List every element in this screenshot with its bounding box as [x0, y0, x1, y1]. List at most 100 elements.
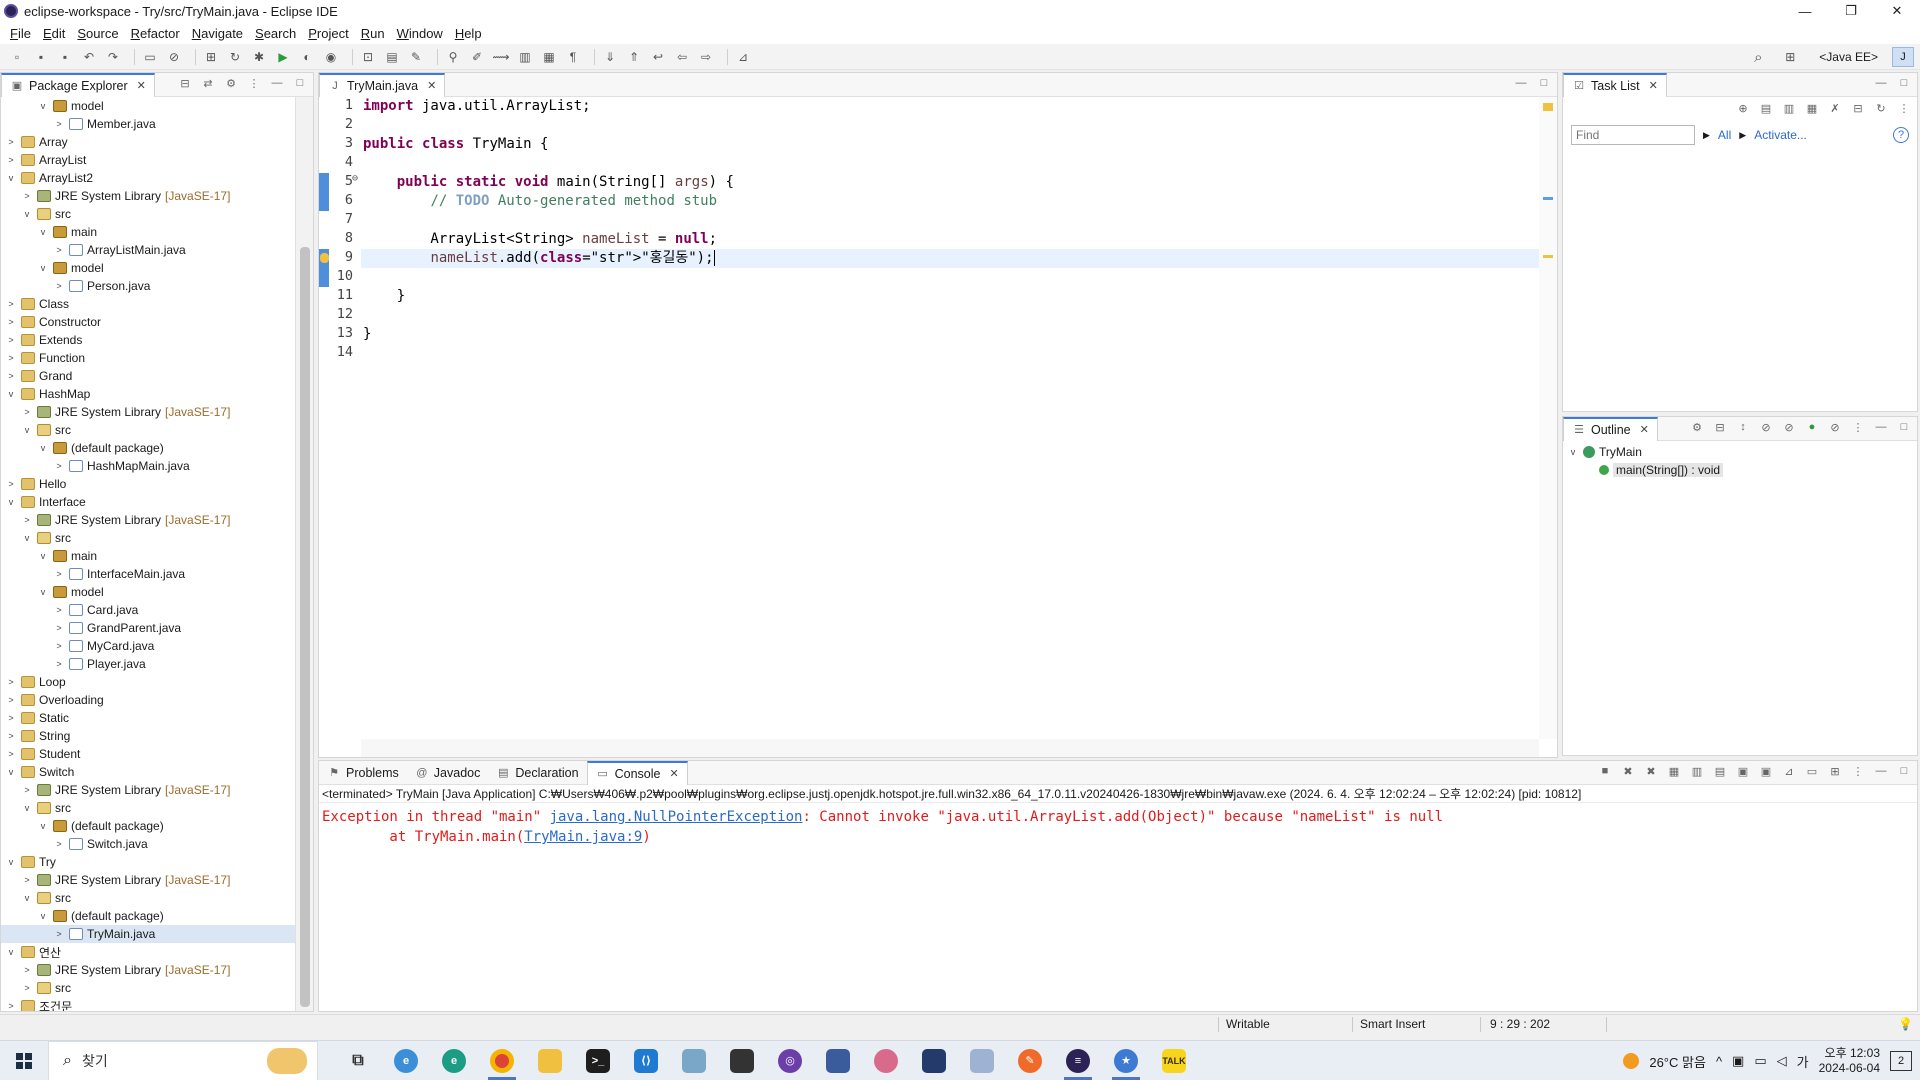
scroll-lock-icon[interactable]: ▥	[1690, 764, 1704, 778]
taskbar-vscode[interactable]: ⟨⟩	[622, 1041, 670, 1080]
debug-icon[interactable]: ✱	[250, 48, 268, 66]
menu-window[interactable]: Window	[391, 26, 449, 41]
chevron-right-icon[interactable]: >	[21, 191, 33, 201]
tree-item[interactable]: > Array	[1, 133, 295, 151]
code-line[interactable]	[361, 268, 1539, 287]
chevron-right-icon[interactable]: >	[53, 929, 65, 939]
show-whitespace-icon[interactable]: ¶	[564, 48, 582, 66]
chevron-down-icon[interactable]: v	[37, 821, 49, 831]
tree-item[interactable]: > InterfaceMain.java	[1, 565, 295, 583]
code-line[interactable]	[361, 116, 1539, 135]
tree-item[interactable]: > ArrayList	[1, 151, 295, 169]
code-line[interactable]	[361, 306, 1539, 325]
volume-icon[interactable]: ◁	[1777, 1053, 1787, 1069]
code-line[interactable]: // TODO Auto-generated method stub	[361, 192, 1539, 211]
activate-link[interactable]: Activate...	[1754, 128, 1807, 142]
sort-icon[interactable]: ↕	[1736, 420, 1750, 434]
view-menu-icon[interactable]: ⋮	[247, 76, 261, 90]
minimize-view-icon[interactable]: —	[1874, 420, 1888, 434]
chevron-right-icon[interactable]: >	[5, 317, 17, 327]
tree-item[interactable]: > JRE System Library [JavaSE-17]	[1, 511, 295, 529]
java-perspective-icon[interactable]: J	[1892, 47, 1914, 67]
chevron-right-icon[interactable]: >	[5, 731, 17, 741]
chevron-right-icon[interactable]: >	[5, 695, 17, 705]
tree-item[interactable]: > JRE System Library [JavaSE-17]	[1, 187, 295, 205]
taskbar-search-box[interactable]: ⌕ 찾기	[48, 1040, 318, 1080]
tree-item[interactable]: > JRE System Library [JavaSE-17]	[1, 871, 295, 889]
tab-package-explorer[interactable]: ▣ Package Explorer ✕	[1, 72, 155, 97]
chevron-down-icon[interactable]: v	[37, 101, 49, 111]
view-menu-icon[interactable]: ⋮	[1851, 764, 1865, 778]
sync-icon[interactable]: ↻	[1874, 101, 1888, 115]
code-line[interactable]	[361, 344, 1539, 363]
task-find-input[interactable]	[1571, 125, 1695, 145]
previous-annotation-icon[interactable]: ⇑	[625, 48, 643, 66]
tab-declaration[interactable]: ▤ Declaration	[488, 762, 586, 784]
tree-item[interactable]: v ArrayList2	[1, 169, 295, 187]
chevron-down-icon[interactable]: v	[37, 911, 49, 921]
code-line[interactable]: ArrayList<String> nameList = null;	[361, 230, 1539, 249]
tree-item[interactable]: > Card.java	[1, 601, 295, 619]
status-cursor-position[interactable]: 9 : 29 : 202	[1490, 1017, 1550, 1031]
remove-launch-icon[interactable]: ✖	[1621, 764, 1635, 778]
search-icon[interactable]: ⌕	[1749, 48, 1767, 66]
minimize-view-icon[interactable]: —	[270, 76, 284, 90]
minimize-view-icon[interactable]: —	[1514, 76, 1528, 90]
tree-item[interactable]: > Switch.java	[1, 835, 295, 853]
tab-javadoc[interactable]: @ Javadoc	[407, 762, 489, 784]
display-console-icon[interactable]: ▭	[1805, 764, 1819, 778]
maximize-view-icon[interactable]: □	[1897, 764, 1911, 778]
tree-item[interactable]: > Extends	[1, 331, 295, 349]
new-java-project-icon[interactable]: ⊞	[202, 48, 220, 66]
chevron-right-icon[interactable]: >	[53, 281, 65, 291]
refresh-icon[interactable]: ↻	[226, 48, 244, 66]
display-icon[interactable]: ▭	[1754, 1053, 1766, 1069]
tree-item[interactable]: v 연산	[1, 943, 295, 961]
tree-item[interactable]: > src	[1, 979, 295, 997]
tree-item[interactable]: > JRE System Library [JavaSE-17]	[1, 781, 295, 799]
chevron-up-icon[interactable]: ^	[1716, 1054, 1722, 1069]
taskbar-chrome[interactable]	[478, 1041, 526, 1080]
taskbar-app-star[interactable]: ★	[1102, 1041, 1150, 1080]
tree-item[interactable]: > JRE System Library [JavaSE-17]	[1, 961, 295, 979]
show-on-error-icon[interactable]: ▣	[1759, 764, 1773, 778]
maximize-view-icon[interactable]: □	[1897, 420, 1911, 434]
mark-occurrences-icon[interactable]: ✐	[468, 48, 486, 66]
scrollbar-thumb[interactable]	[300, 247, 310, 1007]
tab-trymain-java[interactable]: J TryMain.java ✕	[319, 72, 446, 97]
remove-all-terminated-icon[interactable]: ✖	[1644, 764, 1658, 778]
minimize-view-icon[interactable]: —	[1874, 76, 1888, 90]
taskbar-terminal[interactable]: >_	[574, 1041, 622, 1080]
menu-refactor[interactable]: Refactor	[125, 26, 186, 41]
pin-console-icon[interactable]: ⊿	[1782, 764, 1796, 778]
chevron-down-icon[interactable]: v	[5, 947, 17, 957]
chevron-right-icon[interactable]: >	[53, 839, 65, 849]
filter-all-link[interactable]: All	[1718, 128, 1731, 142]
tree-item[interactable]: > Loop	[1, 673, 295, 691]
tree-item[interactable]: v Interface	[1, 493, 295, 511]
network-icon[interactable]: ▣	[1732, 1053, 1744, 1069]
stack-location-link[interactable]: TryMain.java:9	[524, 829, 642, 845]
clock[interactable]: 오후 12:03 2024-06-04	[1819, 1046, 1880, 1076]
collapse-all-icon[interactable]: ⊟	[1713, 420, 1727, 434]
taskbar-app-navy[interactable]	[910, 1041, 958, 1080]
word-wrap-icon[interactable]: ▤	[1713, 764, 1727, 778]
chevron-right-icon[interactable]: >	[53, 605, 65, 615]
tree-item[interactable]: > TryMain.java	[1, 925, 295, 943]
taskbar-app-dark[interactable]	[718, 1041, 766, 1080]
menu-file[interactable]: File	[4, 26, 37, 41]
tree-item[interactable]: v src	[1, 421, 295, 439]
package-explorer-scrollbar[interactable]	[295, 97, 313, 1011]
run-icon[interactable]: ▶	[274, 48, 292, 66]
close-icon[interactable]: ✕	[427, 79, 436, 92]
chevron-right-icon[interactable]: >	[5, 677, 17, 687]
hide-static-icon[interactable]: ⊘	[1782, 420, 1796, 434]
chevron-down-icon[interactable]: v	[5, 767, 17, 777]
chevron-down-icon[interactable]: v	[21, 209, 33, 219]
back-icon[interactable]: ⇦	[673, 48, 691, 66]
taskbar-app-blue[interactable]	[814, 1041, 862, 1080]
chevron-right-icon[interactable]: >	[5, 299, 17, 309]
warning-lightbulb-icon[interactable]	[320, 253, 329, 263]
tree-item[interactable]: > Hello	[1, 475, 295, 493]
code-line[interactable]: public class TryMain {	[361, 135, 1539, 154]
